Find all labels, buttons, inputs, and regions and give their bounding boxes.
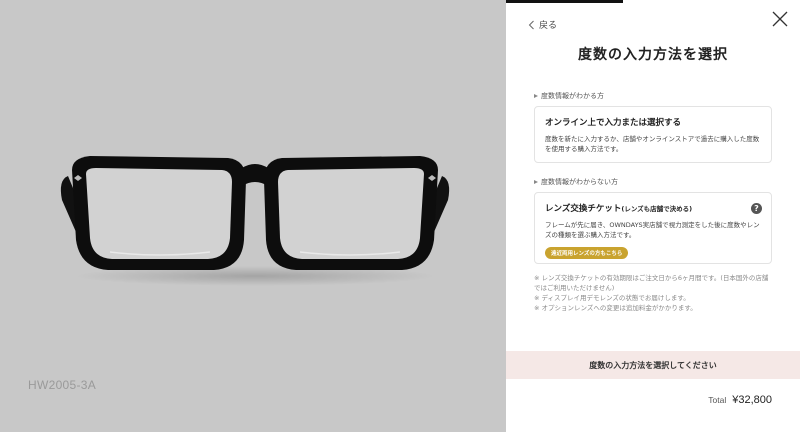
close-icon[interactable] bbox=[772, 11, 788, 27]
total-row: Total ¥32,800 bbox=[708, 394, 772, 406]
select-method-button[interactable]: 度数の入力方法を選択してください bbox=[506, 351, 800, 379]
progressive-lens-link[interactable]: 遠近両用レンズの方もこちら bbox=[545, 247, 629, 260]
product-code: HW2005-3A bbox=[28, 378, 97, 392]
note-item: ※ オプションレンズへの変更は追加料金がかかります。 bbox=[534, 304, 697, 313]
triangle-right-icon bbox=[534, 180, 538, 184]
progress-bar bbox=[506, 0, 623, 3]
card-description: 度数を新たに入力するか、店舗やオンラインストアで過去に購入した度数を使用する購入… bbox=[545, 135, 760, 154]
section-label-text: 度数情報がわかる方 bbox=[541, 92, 604, 100]
section-label-text: 度数情報がわからない方 bbox=[541, 178, 618, 186]
help-icon[interactable]: ? bbox=[751, 203, 762, 214]
card-description: フレームが先に届き、OWNDAYS実店舗で視力測定をした後に度数やレンズの種類を… bbox=[545, 221, 760, 240]
note-item: ※ ディスプレイ用デモレンズの状態でお届けします。 bbox=[534, 294, 690, 303]
triangle-right-icon bbox=[534, 94, 538, 98]
section-label-unknown: 度数情報がわからない方 bbox=[534, 177, 618, 187]
chevron-left-icon bbox=[528, 20, 534, 29]
card-title-main: レンズ交換チケット bbox=[545, 204, 622, 214]
back-button[interactable]: 戻る bbox=[528, 18, 557, 31]
back-label: 戻る bbox=[539, 21, 558, 31]
prescription-method-panel: 戻る 度数の入力方法を選択 度数情報がわかる方 オンライン上で入力または選択する… bbox=[506, 0, 800, 432]
total-label: Total bbox=[708, 395, 727, 405]
page-title: 度数の入力方法を選択 bbox=[578, 47, 728, 63]
option-online-input[interactable]: オンライン上で入力または選択する 度数を新たに入力するか、店舗やオンラインストア… bbox=[534, 106, 772, 163]
eyeglasses-image bbox=[60, 156, 450, 286]
card-title: レンズ交換チケット(レンズも店舗で決める) bbox=[545, 202, 761, 214]
card-title: オンライン上で入力または選択する bbox=[545, 118, 682, 128]
note-item: ※ レンズ交換チケットの有効期限はご注文日から6ヶ月間です。(日本国外の店舗では… bbox=[534, 274, 769, 293]
product-image-pane: HW2005-3A bbox=[0, 0, 506, 432]
section-label-known: 度数情報がわかる方 bbox=[534, 91, 604, 101]
option-lens-ticket[interactable]: レンズ交換チケット(レンズも店舗で決める) ? フレームが先に届き、OWNDAY… bbox=[534, 192, 772, 264]
total-price: ¥32,800 bbox=[732, 394, 772, 406]
notes: ※ レンズ交換チケットの有効期限はご注文日から6ヶ月間です。(日本国外の店舗では… bbox=[534, 273, 774, 313]
card-title-suffix: (レンズも店舗で決める) bbox=[621, 205, 693, 213]
